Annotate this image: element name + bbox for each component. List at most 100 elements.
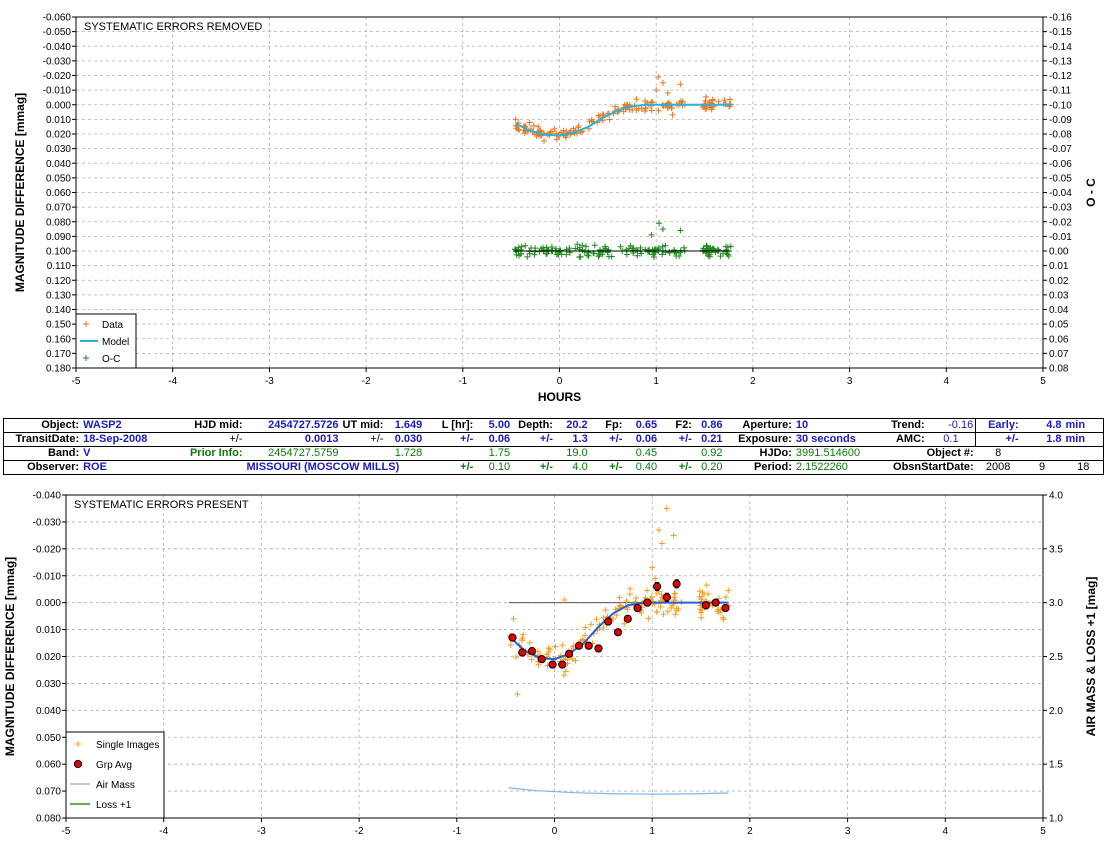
trend-value: -0.16 [948, 419, 974, 431]
utmid-err: 0.030 [394, 433, 423, 445]
y2-tick-label: 2.0 [1049, 706, 1063, 717]
y2-tick-label: 0.00 [1049, 247, 1069, 258]
y-tick-label: 0.140 [46, 305, 71, 316]
early-err: 1.8 [1046, 433, 1062, 445]
y-tick-label: -0.050 [43, 27, 72, 38]
grp-avg-point [662, 593, 671, 602]
legend-airmass-label: Air Mass [96, 780, 135, 791]
hjdmid-value: 2454727.5726 [268, 419, 339, 431]
x-tick-label: 4 [944, 376, 950, 387]
legend-single-label: Single Images [96, 740, 159, 751]
obsstart-label: ObsnStartDate: [893, 461, 974, 473]
early-unit: min [1065, 419, 1086, 431]
transitdate-value: 18-Sep-2008 [83, 433, 148, 445]
y-axis-label: MAGNITUDE DIFFERENCE [mmag] [3, 557, 17, 756]
l-pm: +/- [460, 433, 474, 445]
y-tick-label: -0.040 [33, 491, 62, 502]
y2-tick-label: -0.03 [1049, 203, 1072, 214]
y2-tick-label: -0.13 [1049, 56, 1072, 67]
y-tick-label: 0.160 [46, 334, 71, 345]
depth-label: Depth: [518, 419, 553, 431]
grp-avg-point [633, 603, 642, 613]
y2-tick-label: -0.10 [1049, 100, 1072, 111]
y-tick-label: -0.010 [33, 571, 62, 582]
y2-tick-label: 0.01 [1049, 261, 1069, 272]
y2-tick-label: 3.5 [1049, 544, 1063, 555]
grp-avg-point [613, 628, 623, 637]
y-axis-label: MAGNITUDE DIFFERENCE [mmag] [13, 93, 27, 292]
y-tick-label: 0.000 [36, 598, 61, 609]
exposure-label: Exposure: [738, 433, 792, 445]
x-axis-label: HOURS [538, 390, 581, 404]
y2-tick-label: -0.16 [1049, 13, 1072, 24]
y-tick-label: 0.080 [46, 217, 71, 228]
hjdmid-pm: +/- [229, 433, 243, 445]
y-tick-label: 0.150 [46, 320, 71, 331]
legend: Data Model O-C [75, 313, 137, 369]
fp-value: 0.65 [635, 419, 658, 431]
grp-avg-point [623, 614, 632, 623]
y-tick-label: -0.060 [43, 13, 72, 24]
y2-tick-label: 0.05 [1049, 320, 1069, 331]
y-tick-label: 0.010 [46, 115, 71, 126]
fp-pm: +/- [609, 433, 623, 445]
grp-avg-point [548, 660, 557, 669]
x-tick-label: -4 [168, 376, 177, 387]
trend-label: Trend: [891, 419, 925, 431]
chart-panel-1: -0.060-0.050-0.040-0.030-0.020-0.0100.00… [13, 13, 1098, 405]
legend-loss-label: Loss +1 [96, 800, 132, 811]
exposure-value: 30 seconds [795, 433, 856, 445]
hjdo-value: 3991.514600 [795, 447, 861, 459]
y-tick-label: 0.060 [36, 760, 61, 771]
y-tick-label: 0.000 [46, 100, 71, 111]
y2-tick-label: -0.11 [1049, 86, 1071, 97]
grp-avg-point [594, 644, 603, 653]
y-tick-label: 0.020 [46, 130, 71, 141]
x-tick-label: -2 [362, 376, 371, 387]
grp-avg-point [508, 633, 517, 642]
obs-day: 18 [1077, 461, 1090, 473]
prior-fp: 0.45 [635, 447, 658, 459]
y-tick-label: 0.130 [46, 290, 71, 301]
early-err-unit: min [1065, 433, 1086, 445]
grp-avg-point [721, 603, 730, 613]
y-tick-label: 0.050 [36, 733, 61, 744]
grp-avg-point [558, 660, 567, 669]
prior-f2-pm: +/- [678, 461, 692, 473]
grp-avg-point [518, 648, 527, 657]
period-label: Period: [754, 461, 792, 473]
x-tick-label: -5 [72, 376, 81, 387]
prior-utmid: 1.728 [394, 447, 423, 459]
info-row-4: Observer: ROE MISSOURI (MOSCOW MILLS) +/… [3, 460, 1104, 475]
utmid-value: 1.649 [394, 419, 423, 431]
y2-tick-label: -0.05 [1049, 173, 1072, 184]
legend-grpavg-marker [73, 759, 83, 769]
prior-fp-pm: +/- [609, 461, 623, 473]
prior-l-pm: +/- [460, 461, 474, 473]
transit-info-table: Object: WASP2 HJD mid: 2454727.5726 UT m… [3, 418, 1104, 475]
y2-tick-label: -0.12 [1049, 71, 1072, 82]
hjdmid-label: HJD mid: [194, 419, 243, 431]
y2-tick-label: 0.03 [1049, 290, 1069, 301]
early-pm: +/- [975, 432, 1021, 447]
x-tick-label: -3 [257, 826, 266, 837]
x-tick-label: -3 [265, 376, 274, 387]
grp-avg-point [565, 649, 574, 658]
y-tick-label: -0.010 [43, 86, 72, 97]
y-tick-label: 0.170 [46, 349, 71, 360]
prior-depth-err: 4.0 [572, 461, 588, 473]
x-tick-label: 1 [653, 376, 659, 387]
y2-tick-label: 0.07 [1049, 349, 1069, 360]
fp-label: Fp: [605, 419, 623, 431]
location-value: MISSOURI (MOSCOW MILLS) [246, 461, 400, 473]
obs-year: 2008 [985, 461, 1011, 473]
y-tick-label: -0.020 [43, 71, 72, 82]
y-tick-label: 0.120 [46, 276, 71, 287]
y2-tick-label: -0.01 [1049, 232, 1072, 243]
prior-label: Prior Info: [189, 447, 243, 459]
y2-tick-label: -0.04 [1049, 188, 1072, 199]
y2-tick-label: -0.15 [1049, 27, 1072, 38]
hjdmid-err: 0.0013 [304, 433, 339, 445]
y2-axis-label: AIR MASS & LOSS +1 [mag] [1084, 577, 1098, 737]
fp-err: 0.06 [635, 433, 658, 445]
